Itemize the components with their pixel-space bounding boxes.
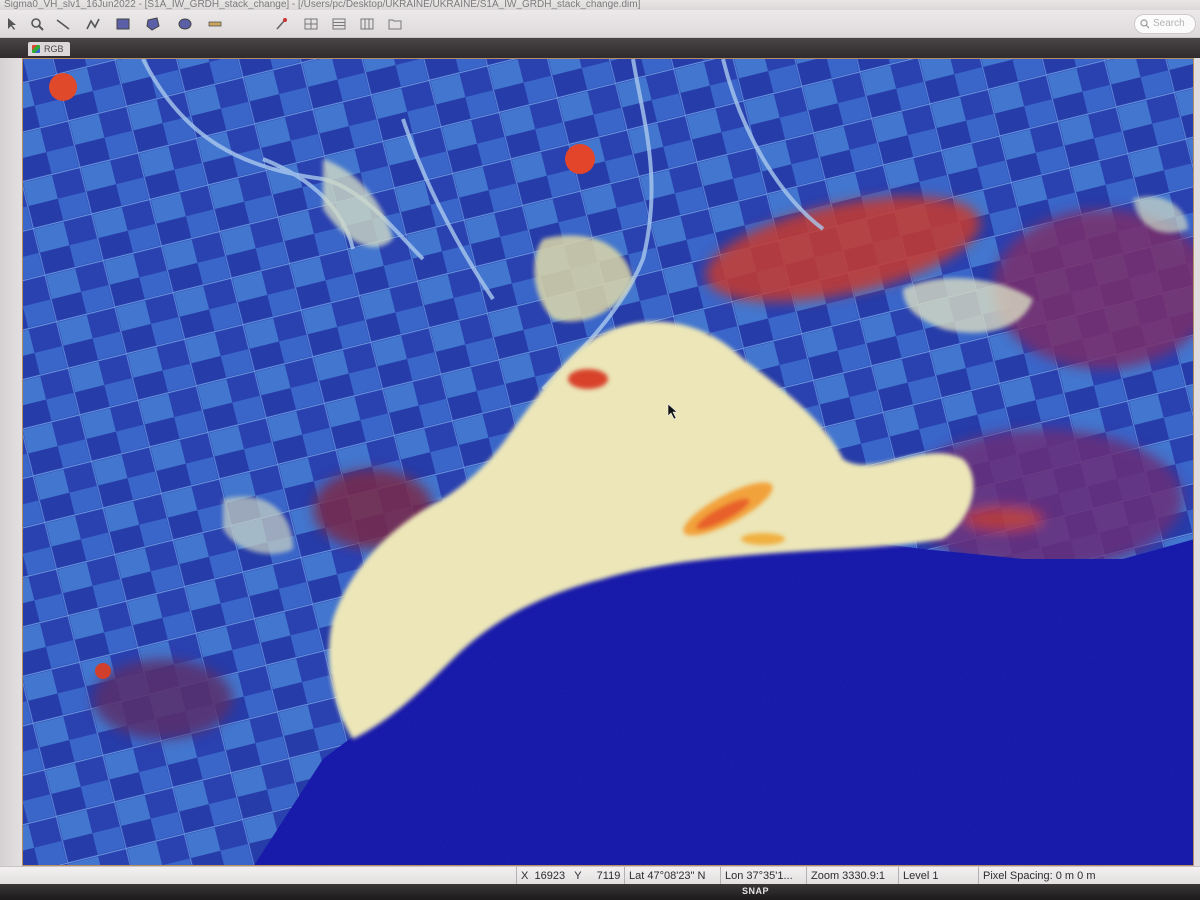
arrow-cursor-icon: [8, 18, 16, 30]
document-tab-strip: RGB: [0, 38, 1200, 58]
folder-button[interactable]: [386, 15, 404, 33]
status-xy: X 16923 Y 7119: [516, 867, 624, 885]
right-frame: [1194, 58, 1200, 866]
window-title-bar: Sigma0_VH_slv1_16Jun2022 - [S1A_IW_GRDH_…: [0, 0, 1200, 10]
pin-tool[interactable]: [272, 15, 290, 33]
rectangle-icon: [116, 18, 130, 30]
y-value: 7119: [596, 870, 621, 882]
x-label: X: [521, 870, 529, 882]
left-frame: [0, 58, 22, 866]
tile-horizontal-icon: [332, 18, 346, 30]
ruler-icon: [208, 21, 222, 27]
rgb-image-icon: [32, 45, 40, 53]
tile-vertical-button[interactable]: [358, 15, 376, 33]
tile-evenly-button[interactable]: [302, 15, 320, 33]
search-icon: [1140, 19, 1150, 29]
window-title: Sigma0_VH_slv1_16Jun2022 - [S1A_IW_GRDH_…: [4, 0, 641, 10]
folder-icon: [388, 19, 402, 30]
magnifier-icon: [31, 18, 44, 31]
y-label: Y: [574, 870, 582, 882]
dock-item-snap[interactable]: SNAP: [742, 886, 769, 896]
draw-polygon-tool[interactable]: [144, 15, 162, 33]
select-tool[interactable]: [4, 15, 22, 33]
status-bar: X 16923 Y 7119 Lat 47°08'23" N Lon 37°35…: [0, 866, 1200, 885]
toolbar: Search: [0, 10, 1200, 38]
tile-horizontal-button[interactable]: [330, 15, 348, 33]
pin-icon: [276, 18, 287, 30]
status-zoom: Zoom 3330.9:1: [806, 867, 889, 885]
draw-line-tool[interactable]: [54, 15, 72, 33]
draw-rectangle-tool[interactable]: [114, 15, 132, 33]
image-view[interactable]: [22, 58, 1194, 866]
status-pixel-spacing: Pixel Spacing: 0 m 0 m: [978, 867, 1100, 885]
draw-ellipse-tool[interactable]: [176, 15, 194, 33]
tile-icon: [304, 18, 318, 30]
line-icon: [56, 19, 70, 30]
ellipse-icon: [178, 18, 192, 30]
x-value: 16923: [534, 870, 566, 882]
zoom-tool[interactable]: [28, 15, 46, 33]
tab-rgb[interactable]: RGB: [28, 42, 70, 56]
range-finder-tool[interactable]: [206, 15, 224, 33]
tab-label: RGB: [44, 44, 64, 54]
sar-change-image[interactable]: [23, 59, 1194, 866]
tile-vertical-icon: [360, 18, 374, 30]
polygon-icon: [146, 17, 160, 31]
dock: SNAP: [0, 884, 1200, 900]
status-level: Level 1: [898, 867, 942, 885]
draw-polyline-tool[interactable]: [84, 15, 102, 33]
polyline-icon: [86, 18, 100, 30]
status-lat: Lat 47°08'23" N: [624, 867, 709, 885]
status-lon: Lon 37°35'1...: [720, 867, 797, 885]
search-input[interactable]: Search: [1134, 14, 1196, 34]
search-placeholder: Search: [1153, 18, 1185, 29]
